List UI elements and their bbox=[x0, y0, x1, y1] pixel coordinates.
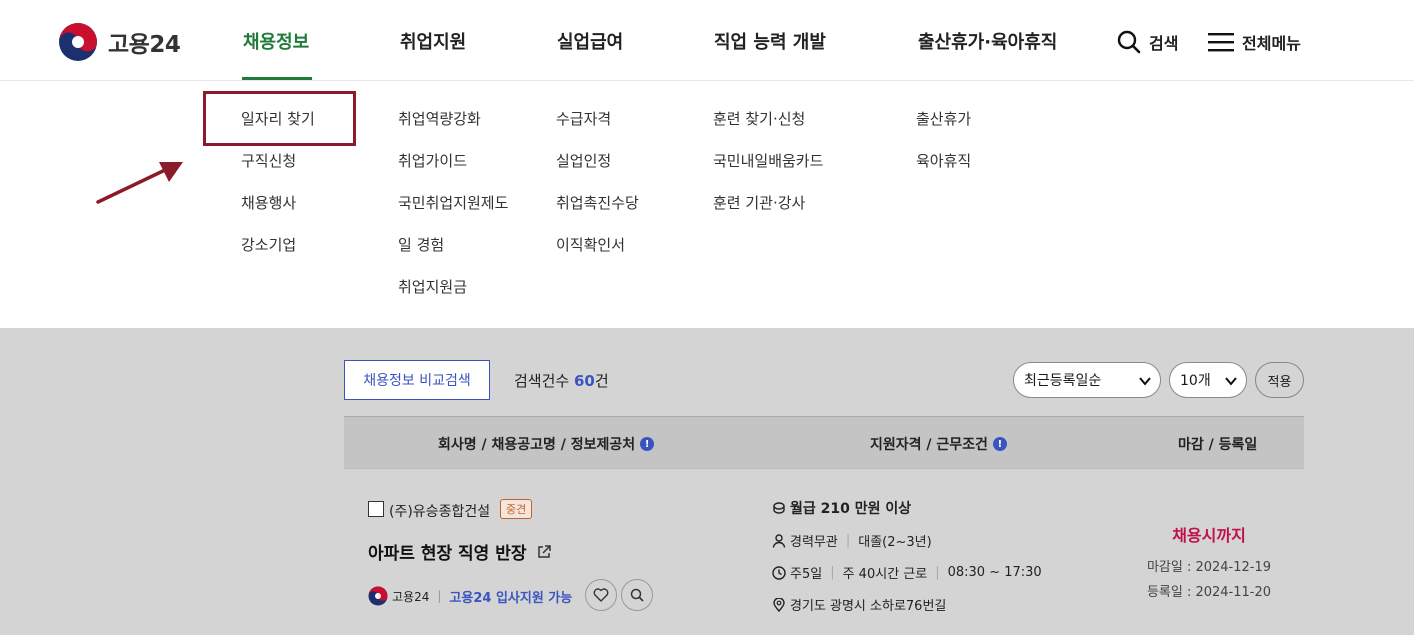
coin-icon bbox=[772, 501, 786, 515]
menu-link-maternity-leave[interactable]: 출산휴가 bbox=[916, 108, 971, 129]
search-icon bbox=[1117, 30, 1141, 54]
info-icon[interactable]: ! bbox=[992, 437, 1007, 451]
table-header-company-label: 회사명 / 채용공고명 / 정보제공처 bbox=[438, 437, 636, 453]
work-time-text: 08:30 ~ 17:30 bbox=[947, 565, 1042, 580]
page-size-value: 10개 bbox=[1180, 373, 1211, 389]
weekly-hours-text: 주 40시간 근로 bbox=[842, 567, 928, 582]
company-name[interactable]: (주)유승종합건설 bbox=[389, 501, 490, 521]
career-condition: 경력무관 | 대졸(2~3년) bbox=[772, 531, 932, 550]
korea-emblem-icon bbox=[59, 23, 97, 61]
menu-link-learning-card[interactable]: 국민내일배움카드 bbox=[713, 150, 823, 171]
divider: | bbox=[845, 533, 851, 548]
active-nav-underline bbox=[242, 77, 312, 80]
registered-date: 등록일 : 2024-11-20 bbox=[1146, 585, 1272, 600]
heart-icon bbox=[593, 588, 609, 602]
hamburger-icon bbox=[1208, 31, 1234, 53]
nav-item-unemployment-benefits[interactable]: 실업급여 bbox=[557, 28, 623, 54]
all-menu-button[interactable]: 전체메뉴 bbox=[1208, 30, 1301, 54]
source-name: 고용24 bbox=[392, 589, 430, 604]
menu-link-separation-certificate[interactable]: 이직확인서 bbox=[556, 234, 625, 255]
site-header: 고용24 채용정보 취업지원 실업급여 직업 능력 개발 출산휴가·육아휴직 검… bbox=[0, 0, 1414, 81]
menu-link-unemployment-recognition[interactable]: 실업인정 bbox=[556, 150, 611, 171]
all-menu-label: 전체메뉴 bbox=[1242, 34, 1301, 53]
menu-link-strong-smb[interactable]: 강소기업 bbox=[241, 234, 296, 255]
person-icon bbox=[772, 533, 786, 548]
page-size-select[interactable]: 10개 bbox=[1169, 362, 1247, 398]
sort-select-value: 최근등록일순 bbox=[1024, 373, 1102, 389]
table-header-qualifications: 지원자격 / 근무조건 ! bbox=[870, 434, 1007, 454]
work-days-text: 주5일 bbox=[790, 567, 823, 582]
location-condition: 경기도 광명시 소하로76번길 bbox=[772, 595, 946, 614]
education-text: 대졸(2~3년) bbox=[858, 535, 932, 550]
divider: | bbox=[437, 589, 442, 603]
table-header-company: 회사명 / 채용공고명 / 정보제공처 ! bbox=[438, 434, 655, 454]
deadline-cell: 채용시까지 마감일 : 2024-12-19 등록일 : 2024-11-20 bbox=[1124, 522, 1294, 600]
menu-link-find-training[interactable]: 훈련 찾기·신청 bbox=[713, 108, 805, 129]
sort-select[interactable]: 최근등록일순 bbox=[1013, 362, 1161, 398]
location-pin-icon bbox=[772, 597, 786, 612]
divider: | bbox=[935, 565, 940, 580]
menu-link-training-institutions[interactable]: 훈련 기관·강사 bbox=[713, 192, 805, 213]
info-icon[interactable]: ! bbox=[640, 437, 655, 451]
table-row: (주)유승종합건설 중견 아파트 현장 직영 반장 고용24 | 고용24 입사… bbox=[344, 470, 1304, 635]
annotation-arrow-icon bbox=[96, 162, 183, 204]
table-header-deadline-label: 마감 / 등록일 bbox=[1178, 437, 1258, 453]
apply-button[interactable]: 적용 bbox=[1255, 362, 1304, 398]
menu-link-parental-leave[interactable]: 육아휴직 bbox=[916, 150, 971, 171]
menu-link-job-application[interactable]: 구직신청 bbox=[241, 150, 296, 171]
clock-icon bbox=[772, 565, 786, 580]
table-header-deadline: 마감 / 등록일 bbox=[1178, 434, 1257, 454]
salary-condition: 월급 210 만원 이상 bbox=[772, 498, 911, 518]
career-text: 경력무관 bbox=[790, 535, 838, 550]
menu-link-job-guide[interactable]: 취업가이드 bbox=[398, 150, 467, 171]
korea-emblem-icon bbox=[368, 586, 388, 606]
search-results-area: 채용정보 비교검색 검색건수 60건 최근등록일순 10개 적용 회사명 / 채… bbox=[0, 328, 1414, 635]
chevron-down-icon bbox=[1225, 377, 1237, 386]
info-source: 고용24 | 고용24 입사지원 가능 bbox=[368, 586, 572, 606]
divider: | bbox=[830, 565, 835, 580]
menu-link-job-fairs[interactable]: 채용행사 bbox=[241, 192, 296, 213]
count-value: 60 bbox=[573, 372, 595, 390]
deadline-status: 채용시까지 bbox=[1172, 526, 1246, 545]
result-count: 검색건수 60건 bbox=[514, 370, 609, 391]
work-hours-condition: 주5일 | 주 40시간 근로 | 08:30 ~ 17:30 bbox=[772, 563, 1042, 582]
favorite-button[interactable] bbox=[585, 579, 617, 611]
job-title: 아파트 현장 직영 반장 bbox=[368, 544, 527, 564]
search-icon bbox=[630, 588, 644, 602]
search-label: 검색 bbox=[1149, 34, 1179, 53]
menu-link-work-experience[interactable]: 일 경험 bbox=[398, 234, 444, 255]
location-text: 경기도 광명시 소하로76번길 bbox=[790, 599, 947, 614]
external-link-icon bbox=[537, 544, 551, 558]
nav-item-parental-leave[interactable]: 출산휴가·육아휴직 bbox=[918, 28, 1057, 54]
count-suffix: 건 bbox=[594, 372, 609, 390]
highlight-box bbox=[203, 91, 356, 146]
quick-view-button[interactable] bbox=[621, 579, 653, 611]
logo-text: 고용24 bbox=[108, 32, 181, 58]
job-title-link[interactable]: 아파트 현장 직영 반장 bbox=[368, 539, 551, 564]
menu-link-employability[interactable]: 취업역량강화 bbox=[398, 108, 481, 129]
site-logo[interactable]: 고용24 bbox=[58, 22, 181, 62]
nav-item-jobs[interactable]: 채용정보 bbox=[243, 28, 309, 54]
compare-search-button[interactable]: 채용정보 비교검색 bbox=[344, 360, 490, 400]
menu-link-employment-subsidy[interactable]: 취업지원금 bbox=[398, 276, 467, 297]
menu-link-reemployment-allowance[interactable]: 취업촉진수당 bbox=[556, 192, 639, 213]
deadline-date: 마감일 : 2024-12-19 bbox=[1146, 560, 1272, 575]
salary-text: 월급 210 만원 이상 bbox=[790, 501, 912, 517]
chevron-down-icon bbox=[1139, 377, 1151, 386]
online-apply-link[interactable]: 고용24 입사지원 가능 bbox=[449, 587, 572, 606]
listing-checkbox[interactable] bbox=[368, 501, 384, 517]
company-size-badge: 중견 bbox=[500, 499, 533, 519]
table-header: 회사명 / 채용공고명 / 정보제공처 ! 지원자격 / 근무조건 ! 마감 /… bbox=[344, 416, 1304, 469]
menu-link-national-employment-support[interactable]: 국민취업지원제도 bbox=[398, 192, 508, 213]
nav-item-vocational-training[interactable]: 직업 능력 개발 bbox=[714, 28, 826, 54]
count-prefix: 검색건수 bbox=[514, 372, 574, 390]
nav-item-employment-support[interactable]: 취업지원 bbox=[400, 28, 466, 54]
search-button[interactable]: 검색 bbox=[1117, 30, 1178, 54]
menu-link-eligibility[interactable]: 수급자격 bbox=[556, 108, 611, 129]
table-header-qualifications-label: 지원자격 / 근무조건 bbox=[870, 437, 988, 453]
